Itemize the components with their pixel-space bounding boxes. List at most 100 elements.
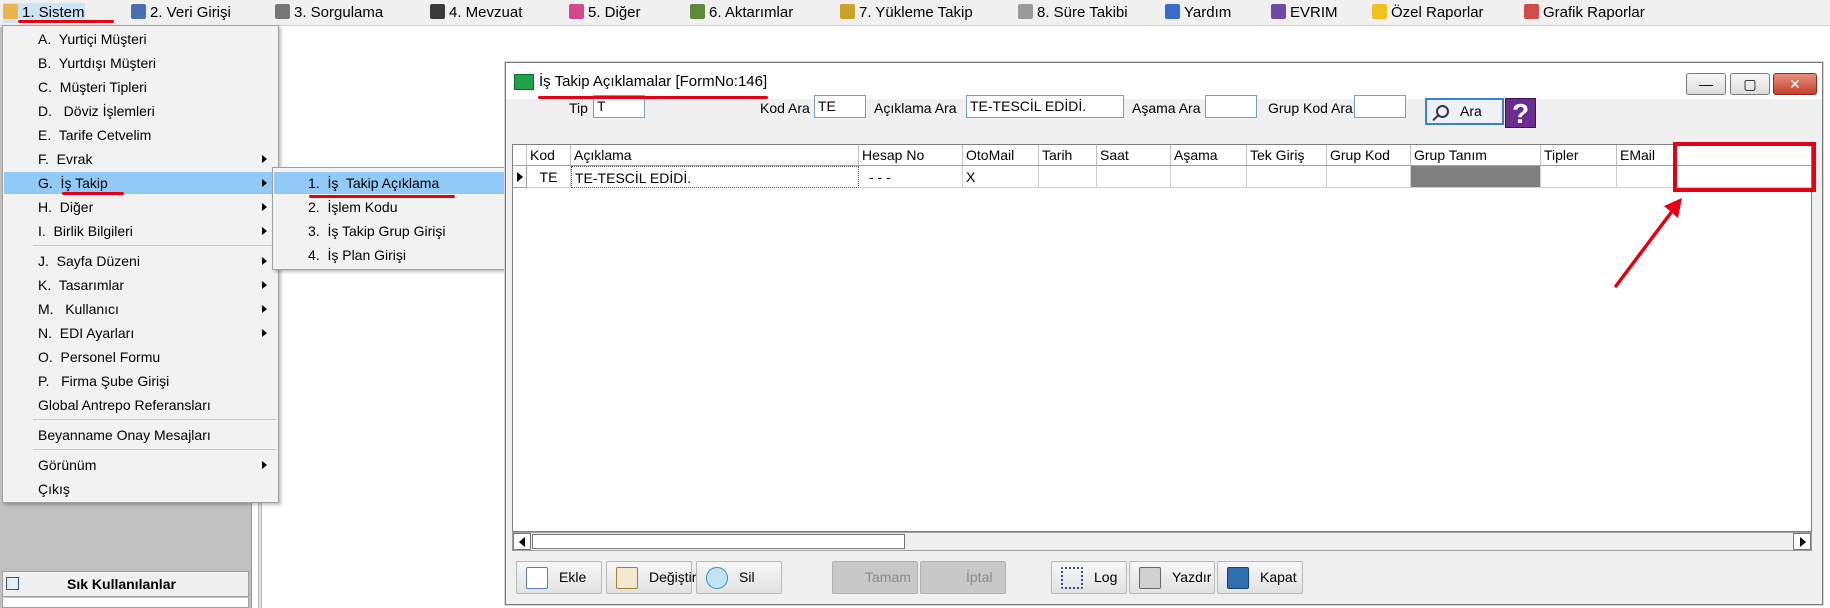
menu-item-diger[interactable]: H. Diğer	[4, 196, 277, 218]
menu-separator	[33, 449, 276, 450]
menu-item-label: I. Birlik Bilgileri	[38, 223, 133, 239]
submenu-item-is-takip-grup-girisi[interactable]: 3. İş Takip Grup Girişi	[274, 220, 507, 242]
menu-item-musteri-tipleri[interactable]: C. Müşteri Tipleri	[4, 76, 277, 98]
menu-item-label: G. İş Takip	[38, 175, 108, 191]
menu-item-personel-formu[interactable]: O. Personel Formu	[4, 346, 277, 368]
asama-ara-input[interactable]	[1205, 95, 1257, 118]
ekle-button[interactable]: Ekle	[516, 561, 602, 594]
menu-item-is-takip[interactable]: G. İş Takip	[4, 172, 277, 194]
table-cell-asama[interactable]	[1171, 166, 1247, 188]
close-button[interactable]: ✕	[1773, 73, 1817, 95]
column-header-otomail[interactable]: OtoMail	[963, 145, 1039, 166]
row-indicator-arrow-icon	[513, 166, 527, 188]
menu-item-global-antrepo[interactable]: Global Antrepo Referansları	[4, 394, 277, 416]
log-label: Log	[1094, 569, 1118, 585]
column-header-tek-giris[interactable]: Tek Giriş	[1247, 145, 1327, 166]
iptal-button[interactable]: İptal	[920, 561, 1006, 594]
column-header-tarih[interactable]: Tarih	[1039, 145, 1097, 166]
menu-item-gorunum[interactable]: Görünüm	[4, 454, 277, 476]
scroll-left-icon[interactable]	[513, 533, 531, 550]
submenu-item-is-takip-aciklama[interactable]: 1. İş Takip Açıklama	[274, 172, 507, 194]
horizontal-scrollbar[interactable]	[512, 532, 1812, 551]
submenu-item-is-plan-girisi[interactable]: 4. İş Plan Girişi	[274, 244, 507, 266]
menu-sorgulama[interactable]: 3. Sorgulama	[275, 3, 383, 23]
menu-item-doviz-islemleri[interactable]: D. Döviz İşlemleri	[4, 100, 277, 122]
table-cell-grup-tanim	[1411, 166, 1541, 188]
scroll-right-icon[interactable]	[1793, 533, 1811, 550]
menu-evrim[interactable]: EVRIM	[1271, 3, 1338, 23]
table-cell-tarih[interactable]	[1039, 166, 1097, 188]
column-header-aciklama[interactable]: Açıklama	[571, 145, 859, 166]
favorites-header[interactable]: Sık Kullanılanlar	[2, 571, 249, 597]
column-header-grup-tanim[interactable]: Grup Tanım	[1411, 145, 1541, 166]
table-cell-otomail[interactable]: X	[963, 166, 1039, 188]
submenu-arrow-icon	[262, 257, 267, 265]
column-header-kod[interactable]: Kod	[527, 145, 571, 166]
sil-button[interactable]: Sil	[696, 561, 782, 594]
help-button[interactable]: ?	[1505, 98, 1536, 129]
submenu-arrow-icon	[262, 329, 267, 337]
menu-diger[interactable]: 5. Diğer	[569, 3, 641, 23]
menu-item-evrak[interactable]: F. Evrak	[4, 148, 277, 170]
menu-item-kullanici[interactable]: M. Kullanıcı	[4, 298, 277, 320]
degistir-button[interactable]: Değiştir	[606, 561, 696, 594]
scrollbar-thumb[interactable]	[532, 534, 905, 549]
aciklama-ara-input[interactable]: TE-TESCİL EDİDİ.	[966, 95, 1124, 118]
menu-yardim[interactable]: Yardım	[1165, 3, 1231, 23]
menu-ozel-raporlar[interactable]: Özel Raporlar	[1372, 3, 1484, 23]
column-header-tipler[interactable]: Tipler	[1541, 145, 1617, 166]
table-cell-kod[interactable]: TE	[527, 166, 571, 188]
menu-item-label: N. EDI Ayarları	[38, 325, 135, 341]
grup-kod-ara-input[interactable]	[1354, 95, 1406, 118]
menu-item-beyanname-onay[interactable]: Beyanname Onay Mesajları	[4, 424, 277, 446]
table-cell-aciklama[interactable]: TE-TESCİL EDİDİ.	[571, 166, 859, 188]
kod-ara-input[interactable]: TE	[814, 95, 866, 118]
menu-aktarimlar[interactable]: 6. Aktarımlar	[690, 3, 793, 23]
data-entry-icon	[131, 4, 146, 19]
column-header-saat[interactable]: Saat	[1097, 145, 1171, 166]
menu-sure-takibi[interactable]: 8. Süre Takibi	[1018, 3, 1128, 23]
menu-item-tasarimlar[interactable]: K. Tasarımlar	[4, 274, 277, 296]
menu-label: 2. Veri Girişi	[150, 4, 231, 21]
menu-item-firma-sube-girisi[interactable]: P. Firma Şube Girişi	[4, 370, 277, 392]
grup-kod-ara-label: Grup Kod Ara	[1268, 100, 1353, 116]
menu-grafik-raporlar[interactable]: Grafik Raporlar	[1524, 3, 1645, 23]
tamam-button[interactable]: Tamam	[832, 561, 918, 594]
column-header-hesap-no[interactable]: Hesap No	[859, 145, 963, 166]
submenu-arrow-icon	[262, 203, 267, 211]
window-title: İş Takip Açıklamalar [FormNo:146]	[539, 73, 768, 90]
kapat-button[interactable]: Kapat	[1217, 561, 1303, 594]
minimize-button[interactable]: —	[1686, 73, 1726, 95]
menu-yukleme-takip[interactable]: 7. Yükleme Takip	[840, 3, 973, 23]
table-cell-tek-giris[interactable]	[1247, 166, 1327, 188]
table-cell-hesap-no[interactable]: - - -	[859, 166, 963, 188]
menu-label: 6. Aktarımlar	[709, 4, 794, 21]
maximize-button[interactable]: ▢	[1730, 73, 1770, 95]
star-icon	[1372, 4, 1387, 19]
menu-item-yurtdisi-musteri[interactable]: B. Yurtdışı Müşteri	[4, 52, 277, 74]
menu-label: 1. Sistem	[22, 4, 85, 21]
table-cell-tipler[interactable]	[1541, 166, 1617, 188]
menu-item-edi-ayarlari[interactable]: N. EDI Ayarları	[4, 322, 277, 344]
window-titlebar[interactable]: İş Takip Açıklamalar [FormNo:146] — ▢ ✕	[506, 63, 1822, 99]
tip-label: Tip	[569, 100, 588, 116]
menu-mevzuat[interactable]: 4. Mevzuat	[430, 3, 522, 23]
table-cell-saat[interactable]	[1097, 166, 1171, 188]
other-icon	[569, 4, 584, 19]
menu-item-sayfa-duzeni[interactable]: J. Sayfa Düzeni	[4, 250, 277, 272]
ara-button[interactable]: Ara	[1425, 98, 1504, 125]
log-button[interactable]: Log	[1051, 561, 1127, 594]
table-cell-grup-kod[interactable]	[1327, 166, 1411, 188]
menu-label: 3. Sorgulama	[294, 4, 384, 21]
app-icon	[514, 74, 534, 90]
sistem-dropdown-menu: A. Yurtiçi Müşteri B. Yurtdışı Müşteri C…	[2, 25, 279, 503]
submenu-item-islem-kodu[interactable]: 2. İşlem Kodu	[274, 196, 507, 218]
menu-item-tarife-cetvelim[interactable]: E. Tarife Cetvelim	[4, 124, 277, 146]
menu-item-yurtici-musteri[interactable]: A. Yurtiçi Müşteri	[4, 28, 277, 50]
column-header-asama[interactable]: Aşama	[1171, 145, 1247, 166]
menu-item-cikis[interactable]: Çıkış	[4, 478, 277, 500]
column-header-grup-kod[interactable]: Grup Kod	[1327, 145, 1411, 166]
menu-item-birlik-bilgileri[interactable]: I. Birlik Bilgileri	[4, 220, 277, 242]
menu-veri-girisi[interactable]: 2. Veri Girişi	[131, 3, 231, 23]
yazdir-button[interactable]: Yazdır	[1129, 561, 1215, 594]
